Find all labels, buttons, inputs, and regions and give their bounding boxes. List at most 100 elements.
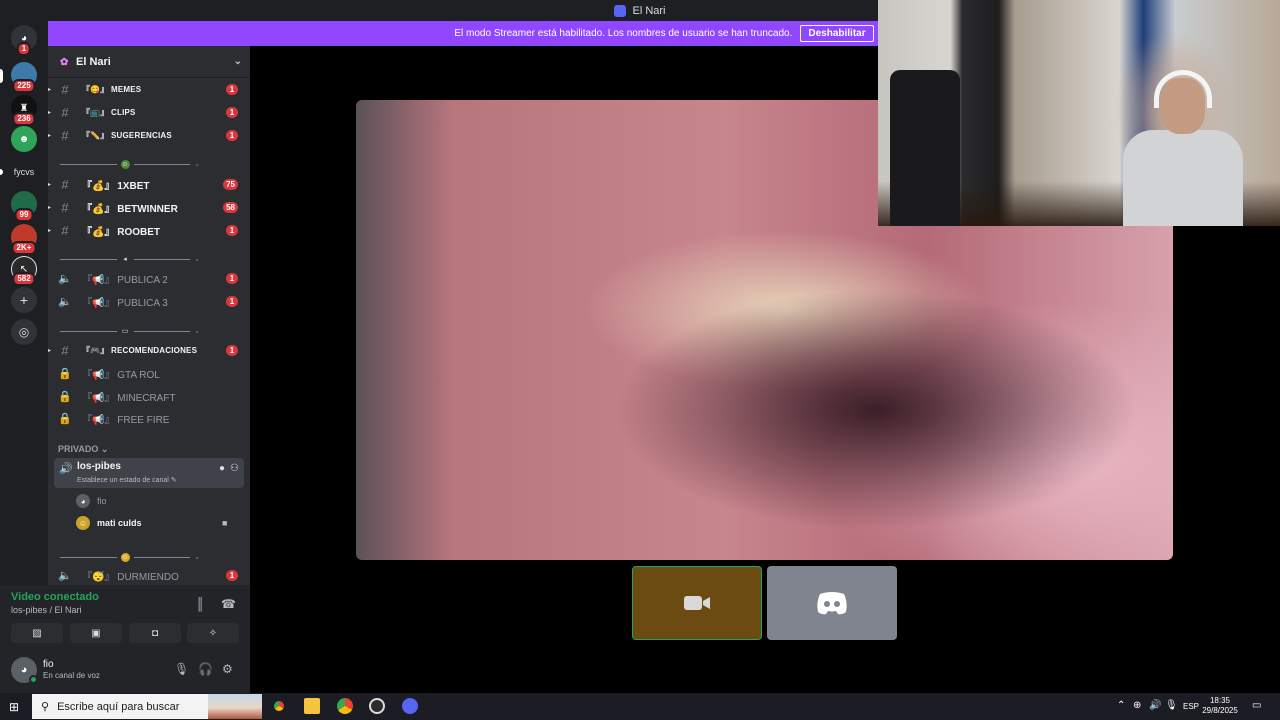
server-icon-2[interactable]: ♜ 236 [11, 95, 37, 126]
network-icon[interactable]: ⊕ [1133, 700, 1141, 711]
notifications-icon[interactable]: ▭ [1252, 700, 1261, 711]
connection-location[interactable]: los-pibes / El Nari [11, 605, 82, 615]
microphone-icon[interactable]: 🎙 [1165, 700, 1178, 711]
lock-icon: 🔒 [58, 367, 72, 380]
channel-prefix: 『📢』 [82, 274, 115, 286]
mention-badge: 58 [223, 201, 238, 213]
channel-prefix: 『📢』 [82, 392, 115, 404]
hashtag-icon: # [61, 127, 69, 143]
search-highlight-image [208, 694, 262, 719]
disable-streamer-mode-button[interactable]: Deshabilitar [800, 25, 874, 42]
speaker-icon: 🔊 [59, 463, 73, 475]
screen-share-button[interactable]: ▣ [70, 623, 122, 643]
category-divider[interactable]: ☺ ⌄ [60, 552, 200, 562]
gear-icon[interactable]: ⚙ [222, 662, 233, 676]
channel-1xbet[interactable]: ▸ # 『💰』 1XBET 75 [48, 173, 250, 195]
soundboard-button[interactable]: ✧ [187, 623, 239, 643]
server-name: El Nari [76, 55, 111, 68]
window-title: El Nari [632, 4, 666, 17]
headphones-icon[interactable]: 🎧 [198, 662, 213, 676]
participant-tile-discord[interactable] [767, 566, 897, 640]
chrome-profile-icon[interactable] [337, 698, 353, 714]
channel-sugerencias[interactable]: ▸ # 『✏️』 SUGERENCIAS 1 [48, 124, 250, 146]
obs-icon[interactable] [369, 698, 385, 714]
server-icon-3[interactable]: ☻ [11, 126, 37, 152]
server-boost-icon: ✿ [60, 56, 69, 68]
online-status-dot [29, 675, 38, 684]
voice-channel-publica-3[interactable]: 🔈 『📢』 PUBLICA 3 1 [48, 290, 250, 312]
hashtag-icon: # [61, 199, 69, 215]
voice-channel-durmiendo[interactable]: 🔈 『😴』 DURMIENDO 1 [48, 564, 250, 585]
server-icon-1[interactable]: 225 [11, 62, 37, 93]
windows-start-icon[interactable]: ⊞ [9, 700, 19, 714]
home-discord-button[interactable]: ◕ 1 [11, 25, 37, 56]
search-placeholder: Escribe aquí para buscar [57, 700, 180, 713]
hashtag-icon: # [61, 81, 69, 97]
file-explorer-icon[interactable] [304, 698, 320, 714]
category-divider[interactable]: ◂ ⌄ [60, 254, 200, 264]
explore-servers-button[interactable]: ◎ [11, 319, 37, 345]
chat-bubble-icon[interactable]: ● [219, 463, 225, 474]
voice-channel-gta-rol[interactable]: 🔒 『📢』 GTA ROL [48, 362, 250, 384]
voice-channel-free-fire[interactable]: 🔒 『📢』 FREE FIRE [48, 407, 250, 429]
category-privado[interactable]: PRIVADO ⌄ [58, 444, 108, 455]
noise-suppression-icon[interactable]: ║ [196, 597, 205, 611]
activities-button[interactable]: ◘ [129, 623, 181, 643]
channel-clips[interactable]: ▸ # 『📺』 CLIPS 1 [48, 101, 250, 123]
connection-status[interactable]: Video conectado [11, 591, 99, 603]
channel-prefix: 『📺』 [82, 107, 109, 117]
unread-dot: ▸ [48, 132, 52, 139]
mention-badge: 1 [226, 569, 238, 581]
channel-memes[interactable]: ▸ # 『😋』 MEMES 1 [48, 78, 250, 100]
channel-betwinner[interactable]: ▸ # 『💰』 BETWINNER 58 [48, 196, 250, 218]
chevron-up-icon[interactable]: ⌃ [1117, 700, 1125, 711]
streamer-webcam-overlay [878, 0, 1280, 226]
chrome-icon[interactable] [271, 698, 287, 714]
discord-logo-icon [817, 592, 847, 615]
server-icon-5[interactable]: 99 [11, 191, 37, 222]
voice-channel-publica-2[interactable]: 🔈 『📢』 PUBLICA 2 1 [48, 267, 250, 289]
speaker-icon: 🔈 [58, 569, 72, 582]
category-divider[interactable]: ☺ ⌄ [60, 159, 200, 169]
system-clock[interactable]: 18:35 29/8/2025 [1200, 696, 1240, 716]
camera-icon [684, 596, 710, 610]
disconnect-icon[interactable]: ☎ [221, 597, 236, 611]
channel-roobet[interactable]: ▸ # 『💰』 ROOBET 1 [48, 219, 250, 241]
category-divider[interactable]: ▭ ⌄ [60, 326, 200, 336]
compass-icon: ◎ [18, 325, 30, 339]
voice-connection-panel: Video conectado los-pibes / El Nari ║ ☎ … [0, 585, 250, 650]
voice-channel-los-pibes[interactable]: 🔊 los-pibes Establece un estado de canal… [54, 458, 244, 488]
invite-user-icon[interactable]: ⚇ [230, 463, 239, 474]
voice-channel-name: los-pibes [77, 461, 121, 472]
participant-tile-camera[interactable] [632, 566, 762, 640]
taskbar-search[interactable]: ⚲ Escribe aquí para buscar [32, 694, 262, 719]
voice-channel-minecraft[interactable]: 🔒 『📢』 MINECRAFT [48, 385, 250, 407]
add-server-button[interactable]: + [11, 287, 37, 313]
soundboard-icon: ✧ [208, 627, 218, 639]
camera-off-button[interactable]: ▨ [11, 623, 63, 643]
user-panel: ◕ fio En canal de voz 🎙 🎧 ⚙ [0, 650, 250, 693]
server-header[interactable]: ✿ El Nari ⌄ [48, 46, 250, 78]
user-status: En canal de voz [43, 671, 100, 680]
channel-prefix: 『📢』 [82, 297, 115, 309]
unread-dot: ▸ [48, 227, 52, 234]
channel-status-input[interactable]: Establece un estado de canal ✎ [77, 476, 177, 484]
channel-prefix: 『🎮』 [82, 345, 109, 355]
mention-badge: 1 [226, 129, 238, 141]
voice-user-fio[interactable]: ◕ fio [76, 491, 107, 511]
volume-icon[interactable]: 🔊 [1149, 700, 1161, 711]
username[interactable]: fio [43, 659, 54, 670]
mention-badge: 1 [226, 272, 238, 284]
channel-name: ROOBET [117, 226, 161, 238]
server-icon-7[interactable]: ↖ 582 [11, 256, 37, 286]
microphone-icon[interactable]: 🎙 [174, 662, 189, 676]
server-folder-label[interactable]: fycvs [0, 167, 48, 177]
hashtag-icon: # [61, 342, 69, 358]
channel-recomendaciones[interactable]: ▸ # 『🎮』 RECOMENDACIONES 1 [48, 339, 250, 361]
discord-taskbar-icon[interactable] [402, 698, 418, 714]
mention-badge: 1 [226, 295, 238, 307]
sleep-emoji-icon: ☺ [120, 552, 130, 562]
voice-user-mati-culds[interactable]: ☺ mati culds ■ [76, 513, 227, 533]
input-language[interactable]: ESP [1183, 702, 1199, 711]
server-icon-6[interactable]: 2K+ [11, 224, 37, 255]
